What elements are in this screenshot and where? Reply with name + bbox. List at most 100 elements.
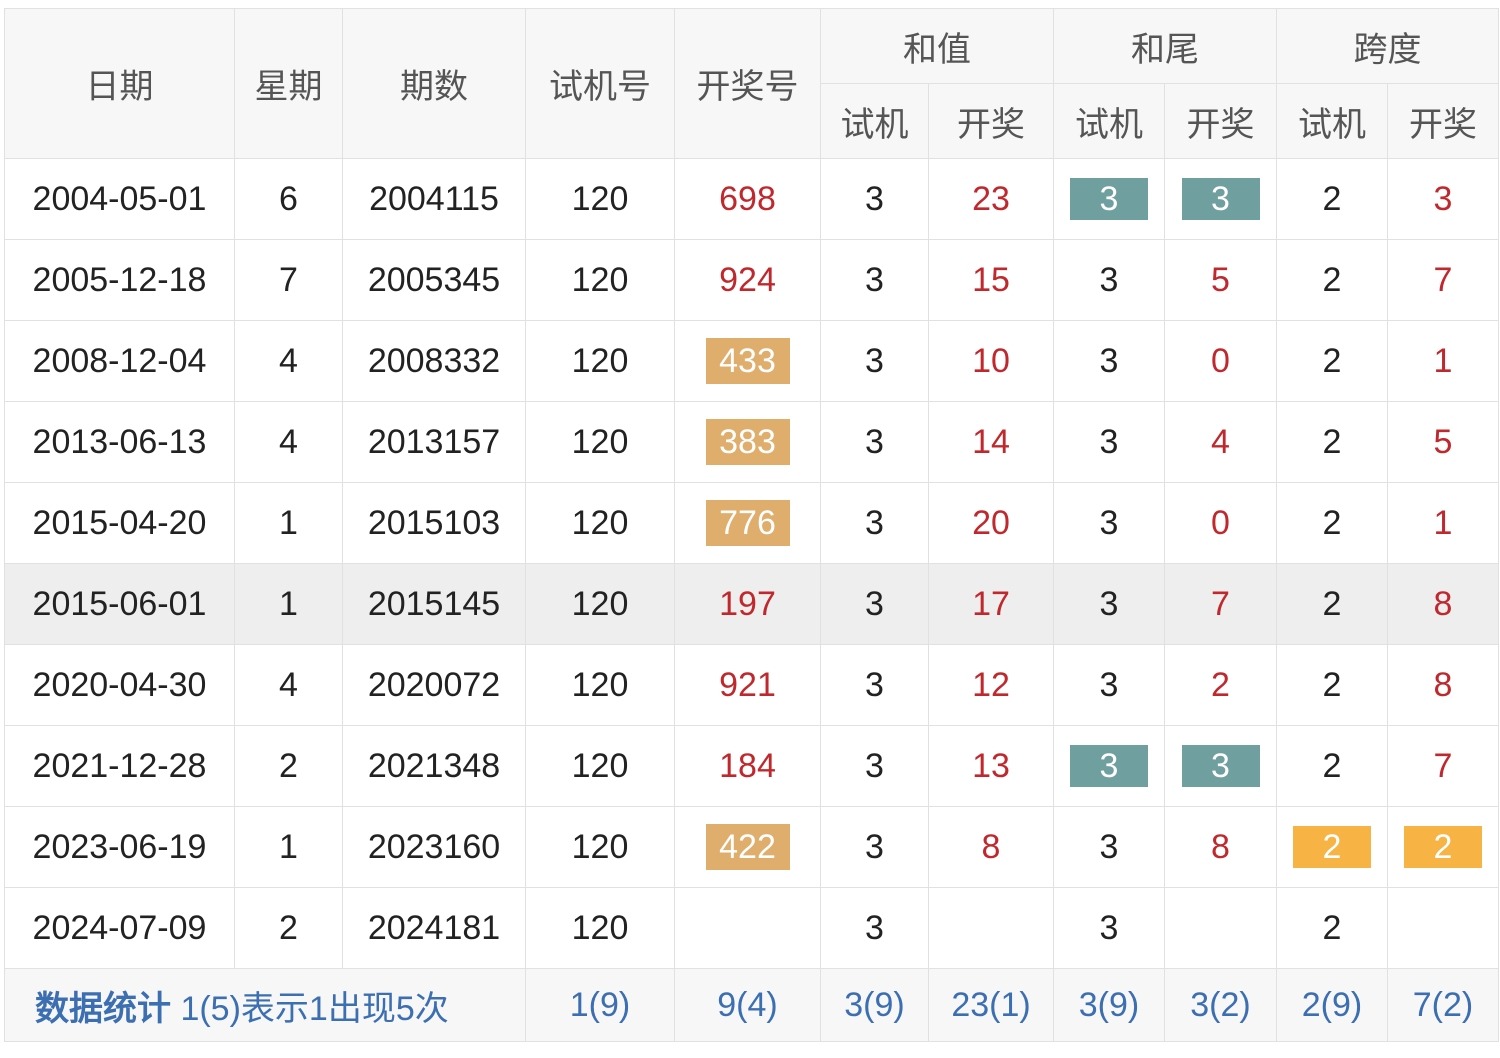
draw-number-cell: 776 bbox=[674, 482, 821, 564]
table-row: 2023-06-19 1 2023160 120 422 3 8 3 8 2 2 bbox=[4, 806, 1499, 888]
pair-badge: 776 bbox=[705, 500, 790, 546]
weekday-cell: 2 bbox=[234, 887, 343, 969]
header-tail-draw: 开奖 bbox=[1164, 83, 1277, 159]
test-number-cell: 120 bbox=[525, 806, 675, 888]
span-test-cell: 2 bbox=[1276, 806, 1388, 888]
date-cell: 2024-07-09 bbox=[4, 887, 235, 969]
stats-tail-draw: 3(2) bbox=[1164, 968, 1277, 1042]
weekday-cell: 4 bbox=[234, 401, 343, 483]
sum-draw-cell: 13 bbox=[928, 725, 1054, 807]
stats-note: 1(5)表示1出现5次 bbox=[180, 989, 449, 1028]
header-tail-group: 和尾 bbox=[1053, 8, 1277, 84]
weekday-cell: 4 bbox=[234, 644, 343, 726]
weekday-cell: 6 bbox=[234, 158, 343, 240]
header-span-draw: 开奖 bbox=[1387, 83, 1499, 159]
match-badge: 3 bbox=[1181, 745, 1260, 787]
header-sum-group: 和值 bbox=[820, 8, 1054, 84]
span-draw-cell: 2 bbox=[1387, 806, 1499, 888]
span-draw-cell bbox=[1387, 887, 1499, 969]
stats-tail-test: 3(9) bbox=[1053, 968, 1165, 1042]
span-draw-cell: 8 bbox=[1387, 563, 1499, 645]
tail-test-cell: 3 bbox=[1053, 158, 1165, 240]
weekday-cell: 4 bbox=[234, 320, 343, 402]
header-draw-number: 开奖号 bbox=[674, 8, 821, 159]
span-test-cell: 2 bbox=[1276, 887, 1388, 969]
test-number-cell: 120 bbox=[525, 482, 675, 564]
period-cell: 2008332 bbox=[342, 320, 526, 402]
draw-number-cell: 433 bbox=[674, 320, 821, 402]
tail-test-cell: 3 bbox=[1053, 320, 1165, 402]
pair-badge: 433 bbox=[705, 338, 790, 384]
table-row-hovered: 2015-06-01 1 2015145 120 197 3 17 3 7 2 … bbox=[4, 563, 1499, 645]
table-row: 2021-12-28 2 2021348 120 184 3 13 3 3 2 … bbox=[4, 725, 1499, 807]
date-cell: 2013-06-13 bbox=[4, 401, 235, 483]
match-badge: 2 bbox=[1404, 826, 1482, 868]
draw-number-cell: 921 bbox=[674, 644, 821, 726]
span-test-cell: 2 bbox=[1276, 644, 1388, 726]
test-number-cell: 120 bbox=[525, 887, 675, 969]
tail-test-cell: 3 bbox=[1053, 725, 1165, 807]
sum-draw-cell: 14 bbox=[928, 401, 1054, 483]
sum-test-cell: 3 bbox=[820, 158, 929, 240]
date-cell: 2008-12-04 bbox=[4, 320, 235, 402]
header-weekday: 星期 bbox=[234, 8, 343, 159]
sum-draw-cell: 20 bbox=[928, 482, 1054, 564]
span-test-cell: 2 bbox=[1276, 482, 1388, 564]
weekday-cell: 1 bbox=[234, 482, 343, 564]
sum-draw-cell: 15 bbox=[928, 239, 1054, 321]
test-number-cell: 120 bbox=[525, 158, 675, 240]
stats-span-draw: 7(2) bbox=[1387, 968, 1499, 1042]
table-row: 2008-12-04 4 2008332 120 433 3 10 3 0 2 … bbox=[4, 320, 1499, 402]
period-cell: 2005345 bbox=[342, 239, 526, 321]
stats-title: 数据统计 bbox=[35, 989, 171, 1028]
sum-draw-cell: 23 bbox=[928, 158, 1054, 240]
sum-draw-cell: 12 bbox=[928, 644, 1054, 726]
weekday-cell: 7 bbox=[234, 239, 343, 321]
header-span-group: 跨度 bbox=[1276, 8, 1499, 84]
stats-sum-draw: 23(1) bbox=[928, 968, 1054, 1042]
match-badge: 2 bbox=[1293, 826, 1371, 868]
tail-draw-cell: 7 bbox=[1164, 563, 1277, 645]
stats-sum-test: 3(9) bbox=[820, 968, 929, 1042]
table-row: 2024-07-09 2 2024181 120 3 3 2 bbox=[4, 887, 1499, 969]
tail-test-cell: 3 bbox=[1053, 563, 1165, 645]
tail-test-cell: 3 bbox=[1053, 887, 1165, 969]
period-cell: 2024181 bbox=[342, 887, 526, 969]
header-period: 期数 bbox=[342, 8, 526, 159]
table-row: 2020-04-30 4 2020072 120 921 3 12 3 2 2 … bbox=[4, 644, 1499, 726]
date-cell: 2021-12-28 bbox=[4, 725, 235, 807]
sum-test-cell: 3 bbox=[820, 806, 929, 888]
table-row: 2005-12-18 7 2005345 120 924 3 15 3 5 2 … bbox=[4, 239, 1499, 321]
span-draw-cell: 7 bbox=[1387, 725, 1499, 807]
pair-badge: 383 bbox=[705, 419, 790, 465]
span-draw-cell: 7 bbox=[1387, 239, 1499, 321]
span-draw-cell: 1 bbox=[1387, 482, 1499, 564]
date-cell: 2023-06-19 bbox=[4, 806, 235, 888]
test-number-cell: 120 bbox=[525, 401, 675, 483]
weekday-cell: 1 bbox=[234, 563, 343, 645]
pair-badge: 422 bbox=[705, 824, 790, 870]
tail-draw-cell: 5 bbox=[1164, 239, 1277, 321]
sum-test-cell: 3 bbox=[820, 482, 929, 564]
sum-test-cell: 3 bbox=[820, 320, 929, 402]
tail-test-cell: 3 bbox=[1053, 482, 1165, 564]
tail-draw-cell: 3 bbox=[1164, 725, 1277, 807]
stats-label: 数据统计 1(5)表示1出现5次 bbox=[4, 968, 526, 1042]
tail-draw-cell bbox=[1164, 887, 1277, 969]
sum-test-cell: 3 bbox=[820, 887, 929, 969]
sum-test-cell: 3 bbox=[820, 644, 929, 726]
span-draw-cell: 8 bbox=[1387, 644, 1499, 726]
period-cell: 2023160 bbox=[342, 806, 526, 888]
sum-test-cell: 3 bbox=[820, 401, 929, 483]
weekday-cell: 1 bbox=[234, 806, 343, 888]
span-test-cell: 2 bbox=[1276, 158, 1388, 240]
header-sum-draw: 开奖 bbox=[928, 83, 1054, 159]
draw-number-cell: 383 bbox=[674, 401, 821, 483]
tail-test-cell: 3 bbox=[1053, 644, 1165, 726]
period-cell: 2013157 bbox=[342, 401, 526, 483]
sum-draw-cell: 10 bbox=[928, 320, 1054, 402]
period-cell: 2015145 bbox=[342, 563, 526, 645]
test-number-cell: 120 bbox=[525, 644, 675, 726]
header-tail-test: 试机 bbox=[1053, 83, 1165, 159]
tail-draw-cell: 8 bbox=[1164, 806, 1277, 888]
